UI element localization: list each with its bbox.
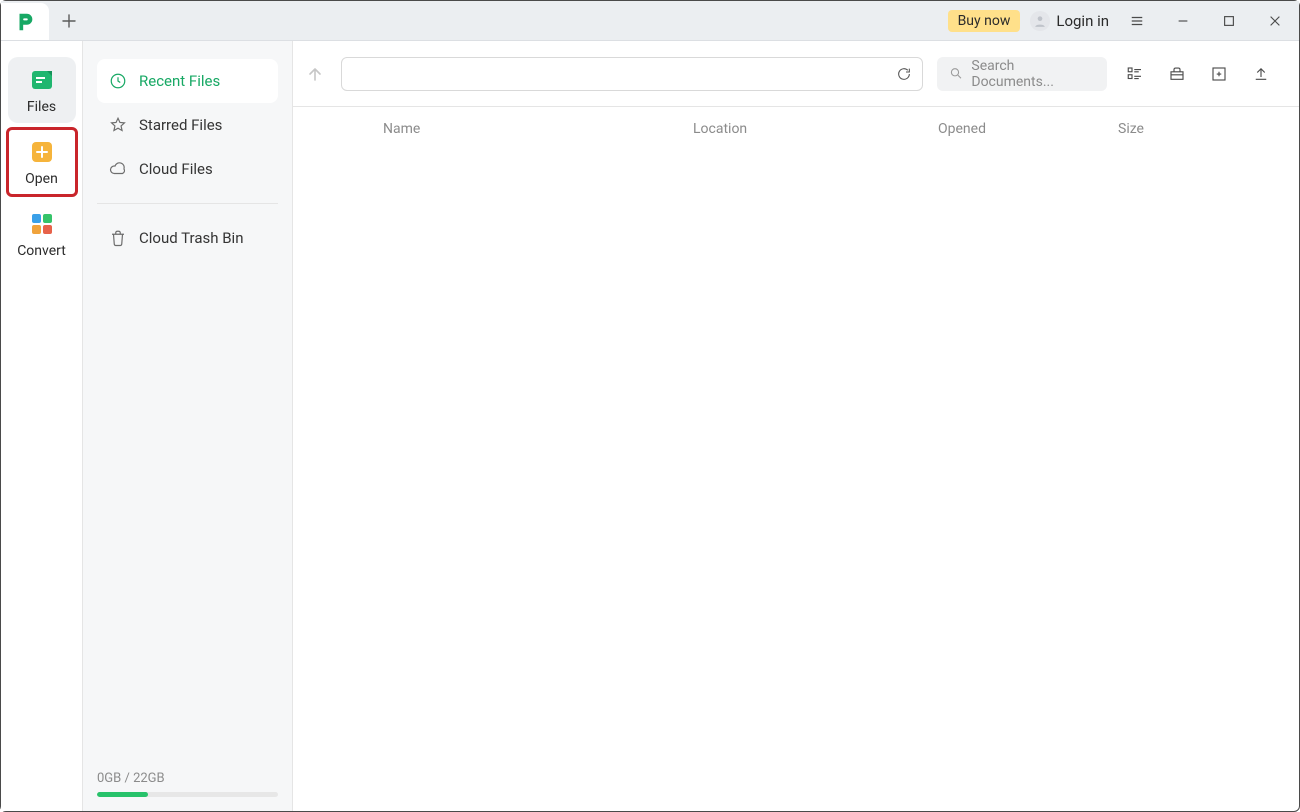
new-file-icon xyxy=(1210,65,1228,83)
toolbar: Search Documents... xyxy=(293,41,1299,107)
view-list-button[interactable] xyxy=(1121,60,1149,88)
path-input[interactable] xyxy=(341,57,923,91)
minimize-icon xyxy=(1176,14,1190,28)
left-rail: Files Open Convert xyxy=(1,41,83,811)
rail-item-files[interactable]: Files xyxy=(8,57,76,123)
convert-icon xyxy=(29,211,55,237)
storage-bar xyxy=(97,792,278,797)
window-maximize-button[interactable] xyxy=(1211,1,1247,41)
column-size[interactable]: Size xyxy=(1118,121,1275,137)
storage-text: 0GB / 22GB xyxy=(97,771,278,786)
column-location[interactable]: Location xyxy=(693,121,938,137)
table-header: Name Location Opened Size xyxy=(293,107,1299,151)
files-icon xyxy=(29,67,55,93)
titlebar: Buy now Login in xyxy=(1,1,1299,41)
window-minimize-button[interactable] xyxy=(1165,1,1201,41)
arrow-up-icon xyxy=(307,66,323,82)
plus-icon xyxy=(62,14,76,28)
cloud-icon xyxy=(109,160,127,178)
nav-item-label: Recent Files xyxy=(139,72,220,90)
window-close-button[interactable] xyxy=(1257,1,1293,41)
rail-item-convert[interactable]: Convert xyxy=(8,201,76,267)
nav-item-label: Cloud Trash Bin xyxy=(139,229,243,247)
toolbox-button[interactable] xyxy=(1163,60,1191,88)
new-button[interactable] xyxy=(1205,60,1233,88)
list-view-icon xyxy=(1126,65,1144,83)
nav-item-cloud-files[interactable]: Cloud Files xyxy=(97,147,278,191)
new-tab-button[interactable] xyxy=(49,1,89,40)
trash-icon xyxy=(109,229,127,247)
app-tab[interactable] xyxy=(1,3,49,40)
upload-icon xyxy=(1252,65,1270,83)
toolbox-icon xyxy=(1168,65,1186,83)
star-icon xyxy=(109,116,127,134)
search-placeholder: Search Documents... xyxy=(971,58,1095,90)
clock-icon xyxy=(109,72,127,90)
nav-item-label: Cloud Files xyxy=(139,160,213,178)
column-opened[interactable]: Opened xyxy=(938,121,1118,137)
content-area: Search Documents... Name Location Opened… xyxy=(293,41,1299,811)
hamburger-menu-button[interactable] xyxy=(1119,1,1155,41)
app-logo-icon xyxy=(14,11,36,33)
nav-up-button[interactable] xyxy=(303,66,327,82)
upload-button[interactable] xyxy=(1247,60,1275,88)
refresh-icon[interactable] xyxy=(896,66,912,82)
nav-panel: Recent Files Starred Files Cloud Files C… xyxy=(83,41,293,811)
nav-separator xyxy=(97,203,278,204)
rail-label: Files xyxy=(27,99,56,115)
menu-icon xyxy=(1130,14,1144,28)
login-label: Login in xyxy=(1056,12,1109,30)
search-input[interactable]: Search Documents... xyxy=(937,57,1107,91)
rail-item-open[interactable]: Open xyxy=(8,129,76,195)
rail-label: Convert xyxy=(17,243,66,259)
buy-now-button[interactable]: Buy now xyxy=(948,10,1021,32)
storage-fill xyxy=(97,792,148,797)
nav-item-cloud-trash[interactable]: Cloud Trash Bin xyxy=(97,216,278,260)
rail-label: Open xyxy=(25,171,58,187)
nav-item-starred-files[interactable]: Starred Files xyxy=(97,103,278,147)
login-button[interactable]: Login in xyxy=(1030,11,1109,31)
search-icon xyxy=(949,66,963,81)
avatar-icon xyxy=(1030,11,1050,31)
maximize-icon xyxy=(1222,14,1236,28)
open-icon xyxy=(29,139,55,165)
column-name[interactable]: Name xyxy=(383,121,693,137)
nav-item-recent-files[interactable]: Recent Files xyxy=(97,59,278,103)
storage-indicator: 0GB / 22GB xyxy=(97,771,278,797)
close-icon xyxy=(1268,14,1282,28)
nav-item-label: Starred Files xyxy=(139,116,222,134)
